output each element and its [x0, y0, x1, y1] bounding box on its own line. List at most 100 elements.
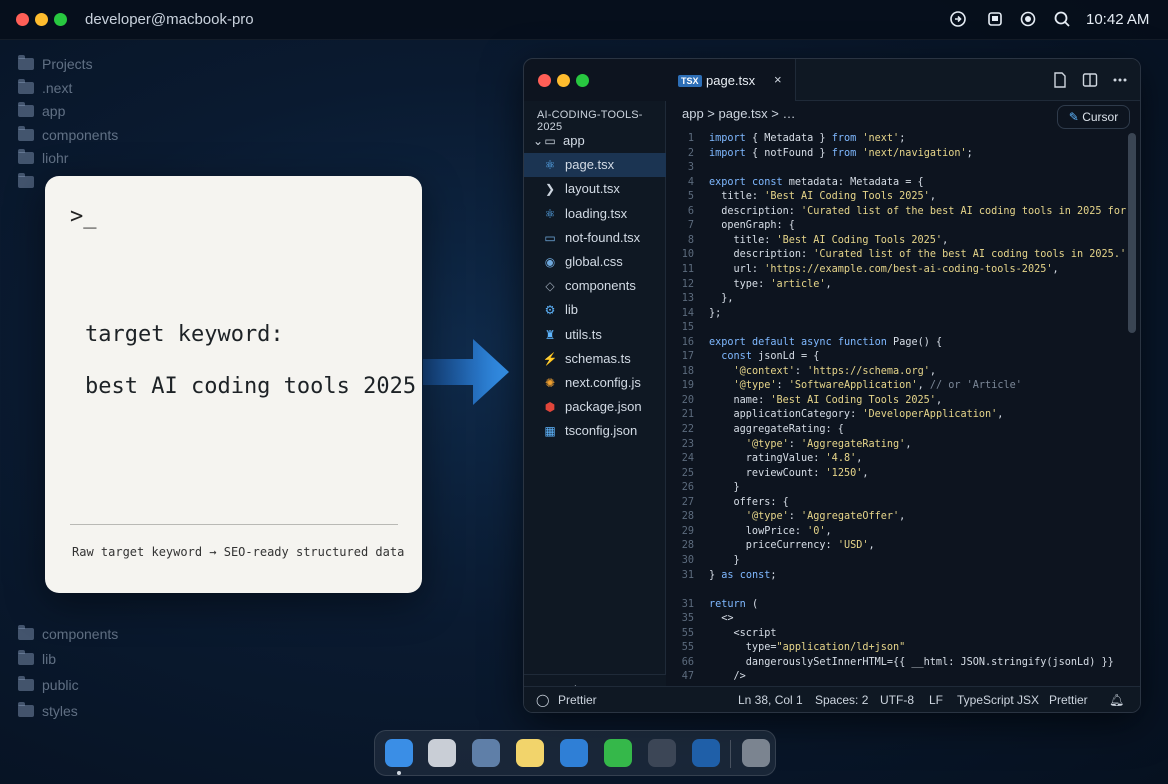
xcode-icon[interactable]: [648, 739, 676, 767]
code-line[interactable]: 7 openGraph: {: [666, 218, 1126, 233]
code-line[interactable]: [666, 582, 1126, 597]
code-line[interactable]: 3: [666, 160, 1126, 175]
editor-scrollbar[interactable]: [1128, 133, 1136, 333]
desktop-folder[interactable]: Projects: [18, 54, 93, 74]
close-window-button[interactable]: [16, 13, 29, 26]
editor-zoom-button[interactable]: [576, 74, 589, 87]
code-line[interactable]: 22 aggregateRating: {: [666, 422, 1126, 437]
keyword-value: best AI coding tools 2025: [85, 374, 417, 399]
code-line[interactable]: 11 url: 'https://example.com/best-ai-cod…: [666, 262, 1126, 277]
status-cursor-position[interactable]: Ln 38, Col 1: [738, 693, 803, 707]
line-number: 15: [681, 322, 694, 334]
code-line[interactable]: 24 ratingValue: '4.8',: [666, 451, 1126, 466]
file-item[interactable]: ⚙ lib: [524, 298, 666, 322]
minimize-window-button[interactable]: [35, 13, 48, 26]
file-item[interactable]: ♜ utils.ts: [524, 323, 666, 347]
code-line[interactable]: 4 export const metadata: Metadata = {: [666, 175, 1126, 190]
notes-icon[interactable]: [516, 739, 544, 767]
code-line[interactable]: 16 export default async function Page() {: [666, 335, 1126, 350]
code-line[interactable]: 12 type: 'article',: [666, 277, 1126, 292]
code-line[interactable]: 27 offers: {: [666, 495, 1126, 510]
terminal-icon[interactable]: [692, 739, 720, 767]
file-item[interactable]: ▭ not-found.tsx: [524, 226, 666, 250]
status-eol[interactable]: LF: [929, 693, 943, 707]
code-line[interactable]: 8 title: 'Best AI Coding Tools 2025',: [666, 233, 1126, 248]
window-icon[interactable]: [986, 10, 1004, 28]
desktop-folder[interactable]: app: [18, 101, 65, 121]
code-line[interactable]: 55 type="application/ld+json": [666, 640, 1126, 655]
search-icon[interactable]: [1053, 10, 1071, 28]
target-icon[interactable]: [1019, 10, 1037, 28]
code-line[interactable]: 13 },: [666, 291, 1126, 306]
editor-close-button[interactable]: [538, 74, 551, 87]
file-item[interactable]: ⚛ loading.tsx: [524, 202, 666, 226]
code-line[interactable]: 31} as const;: [666, 568, 1126, 583]
tab-page-tsx[interactable]: TSX page.tsx ×: [666, 59, 796, 101]
code-line[interactable]: 28 '@type': 'AggregateOffer',: [666, 509, 1126, 524]
code-line[interactable]: 66 dangerouslySetInnerHTML={{ __html: JS…: [666, 655, 1126, 670]
more-actions-icon[interactable]: [1112, 72, 1128, 88]
desktop-folder[interactable]: [18, 172, 42, 192]
desktop-folder[interactable]: components: [18, 624, 118, 644]
file-item[interactable]: ⚛ page.tsx: [524, 153, 666, 178]
code-text: '@type': 'SoftwareApplication', // or 'A…: [733, 380, 1022, 392]
file-item[interactable]: ◉ global.css: [524, 250, 666, 274]
trash-icon[interactable]: [742, 739, 770, 767]
status-encoding[interactable]: UTF-8: [880, 693, 914, 707]
status-formatter[interactable]: Prettier: [1049, 693, 1088, 707]
code-line[interactable]: 17 const jsonLd = {: [666, 349, 1126, 364]
code-line[interactable]: 19 '@type': 'SoftwareApplication', // or…: [666, 378, 1126, 393]
code-line[interactable]: 30 }: [666, 553, 1126, 568]
status-prettier-left[interactable]: Prettier: [558, 693, 597, 707]
new-file-icon[interactable]: [1052, 72, 1068, 88]
file-item[interactable]: ▦ tsconfig.json: [524, 419, 666, 443]
launchpad-icon[interactable]: [428, 739, 456, 767]
code-line[interactable]: 31 return (: [666, 597, 1126, 612]
messages-icon[interactable]: [604, 739, 632, 767]
code-line[interactable]: 47 />: [666, 669, 1126, 684]
code-line[interactable]: 2 import { notFound } from 'next/navigati…: [666, 146, 1126, 161]
editor-minimize-button[interactable]: [557, 74, 570, 87]
file-item[interactable]: ⬢ package.json: [524, 395, 666, 419]
code-line[interactable]: 35 <>: [666, 611, 1126, 626]
code-line[interactable]: 25 reviewCount: '1250',: [666, 466, 1126, 481]
status-language[interactable]: TypeScript JSX: [957, 693, 1039, 707]
file-item[interactable]: ✺ next.config.js: [524, 371, 666, 395]
file-item[interactable]: ◇ components: [524, 274, 666, 298]
status-indentation[interactable]: Spaces: 2: [815, 693, 868, 707]
file-item[interactable]: ❯ layout.tsx: [524, 177, 666, 201]
desktop-folder[interactable]: components: [18, 125, 118, 145]
code-line[interactable]: 29 lowPrice: '0',: [666, 524, 1126, 539]
breadcrumb[interactable]: app > page.tsx > …: [682, 106, 795, 121]
code-line[interactable]: 5 title: 'Best AI Coding Tools 2025',: [666, 189, 1126, 204]
split-editor-icon[interactable]: [1082, 72, 1098, 88]
code-editor[interactable]: 1 import { Metadata } from 'next'; 2 import…: [666, 131, 1126, 684]
code-line[interactable]: 14};: [666, 306, 1126, 321]
code-line[interactable]: 15: [666, 320, 1126, 335]
code-line[interactable]: 1 import { Metadata } from 'next';: [666, 131, 1126, 146]
code-line[interactable]: 20 name: 'Best AI Coding Tools 2025',: [666, 393, 1126, 408]
finder-icon[interactable]: [385, 739, 413, 767]
close-tab-icon[interactable]: ×: [774, 72, 782, 87]
desktop-folder[interactable]: lib: [18, 649, 56, 669]
cast-icon[interactable]: [949, 10, 967, 28]
notifications-bell-icon[interactable]: 🔔︎: [1109, 693, 1124, 707]
cursor-button[interactable]: ✎ Cursor: [1057, 105, 1130, 129]
zoom-window-button[interactable]: [54, 13, 67, 26]
mail-icon[interactable]: [560, 739, 588, 767]
code-line[interactable]: 18 '@context': 'https://schema.org',: [666, 364, 1126, 379]
desktop-folder[interactable]: styles: [18, 701, 78, 721]
file-item[interactable]: ⚡ schemas.ts: [524, 347, 666, 371]
file-item[interactable]: ⌄ ▭ app: [524, 129, 666, 153]
desktop-folder[interactable]: .next: [18, 78, 72, 98]
code-line[interactable]: 6 description: 'Curated list of the best…: [666, 204, 1126, 219]
code-line[interactable]: 55 <script: [666, 626, 1126, 641]
desktop-folder[interactable]: liohr: [18, 148, 68, 168]
code-line[interactable]: 10 description: 'Curated list of the bes…: [666, 247, 1126, 262]
preview-icon[interactable]: [472, 739, 500, 767]
code-line[interactable]: 23 '@type': 'AggregateRating',: [666, 437, 1126, 452]
code-line[interactable]: 28 priceCurrency: 'USD',: [666, 538, 1126, 553]
desktop-folder[interactable]: public: [18, 675, 79, 695]
code-line[interactable]: 26 }: [666, 480, 1126, 495]
code-line[interactable]: 21 applicationCategory: 'DeveloperApplic…: [666, 407, 1126, 422]
